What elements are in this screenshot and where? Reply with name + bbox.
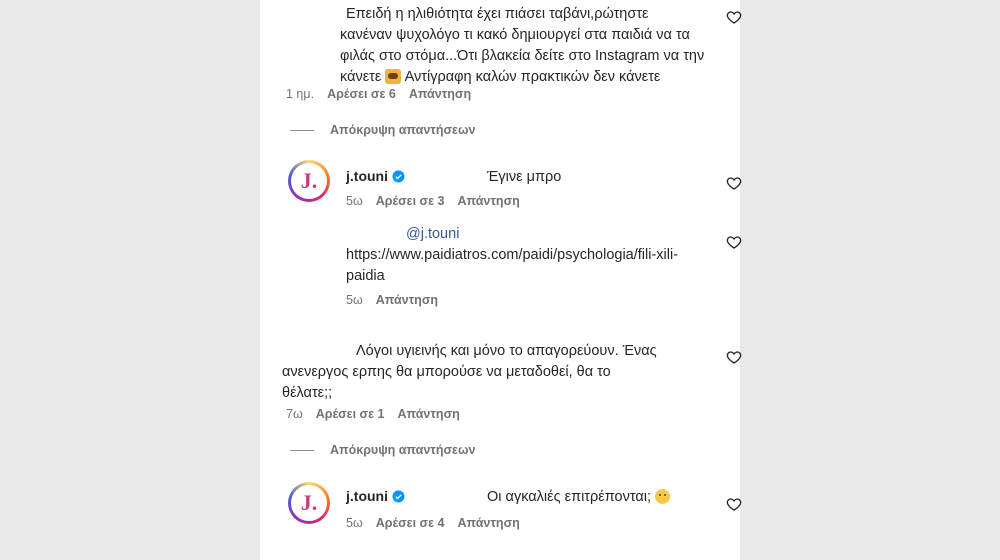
comment-1-text: Επειδή η ηλιθιότητα έχει πιάσει ταβάνι,ρ… [340,6,705,85]
verified-badge-icon [392,170,405,183]
comment-time: 1 ημ. [286,87,315,101]
avatar-letter: J. [300,490,318,515]
mention-link[interactable]: @j.touni [406,226,459,242]
divider-line [290,449,314,451]
comment-2-header: j.touni Έγινε μπρο [346,168,561,185]
comment-2-text: Έγινε μπρο [487,169,562,185]
comment-time: 5ω [346,194,363,208]
emoji-hands-icon [385,69,402,84]
hide-replies-label: Απόκρυψη απαντήσεων [330,123,476,137]
divider-line [290,129,314,131]
avatar[interactable]: J. [288,160,330,202]
avatar-letter: J. [300,168,318,193]
url-link-continued[interactable]: paidia [346,266,716,287]
comment-5-header: j.touni Οι αγκαλιές επιτρέπονται; [346,488,671,505]
comment-time: 5ω [346,293,363,307]
comment-3-text: @j.touni https://www.paidiatros.com/paid… [346,224,716,287]
comment-4-text: Λόγοι υγιεινής και μόνο το απαγορεύουν. … [282,343,657,401]
hide-replies-label: Απόκρυψη απαντήσεων [330,443,476,457]
like-heart-icon[interactable] [726,496,742,512]
comment-1-meta: 1 ημ. Αρέσει σε 6 Απάντηση [286,87,471,101]
comment-3-meta: 5ω Απάντηση [346,293,438,307]
reply-button[interactable]: Απάντηση [457,516,519,530]
like-heart-icon[interactable] [726,175,742,191]
hide-replies-toggle[interactable]: Απόκρυψη απαντήσεων [290,443,476,457]
likes-count[interactable]: Αρέσει σε 6 [327,87,396,101]
username[interactable]: j.touni [346,168,388,184]
thinking-face-icon [655,489,671,504]
like-heart-icon[interactable] [726,234,742,250]
url-link[interactable]: https://www.paidiatros.com/paidi/psychol… [346,245,716,266]
avatar[interactable]: J. [288,482,330,524]
reply-button[interactable]: Απάντηση [409,87,471,101]
likes-count[interactable]: Αρέσει σε 4 [376,516,445,530]
like-heart-icon[interactable] [726,9,742,25]
reply-button[interactable]: Απάντηση [376,293,438,307]
comment-5-text: Οι αγκαλιές επιτρέπονται; [487,489,651,505]
verified-badge-icon [392,490,405,503]
comment-4-meta: 7ω Αρέσει σε 1 Απάντηση [286,407,460,421]
comment-time: 5ω [346,516,363,530]
likes-count[interactable]: Αρέσει σε 1 [316,407,385,421]
hide-replies-toggle[interactable]: Απόκρυψη απαντήσεων [290,123,476,137]
like-heart-icon[interactable] [726,349,742,365]
reply-button[interactable]: Απάντηση [457,194,519,208]
username[interactable]: j.touni [346,488,388,504]
comment-2-meta: 5ω Αρέσει σε 3 Απάντηση [346,194,520,208]
reply-button[interactable]: Απάντηση [397,407,459,421]
comments-panel: Επειδή η ηλιθιότητα έχει πιάσει ταβάνι,ρ… [260,0,742,560]
comment-5-meta: 5ω Αρέσει σε 4 Απάντηση [346,516,520,530]
comment-time: 7ω [286,407,303,421]
likes-count[interactable]: Αρέσει σε 3 [376,194,445,208]
